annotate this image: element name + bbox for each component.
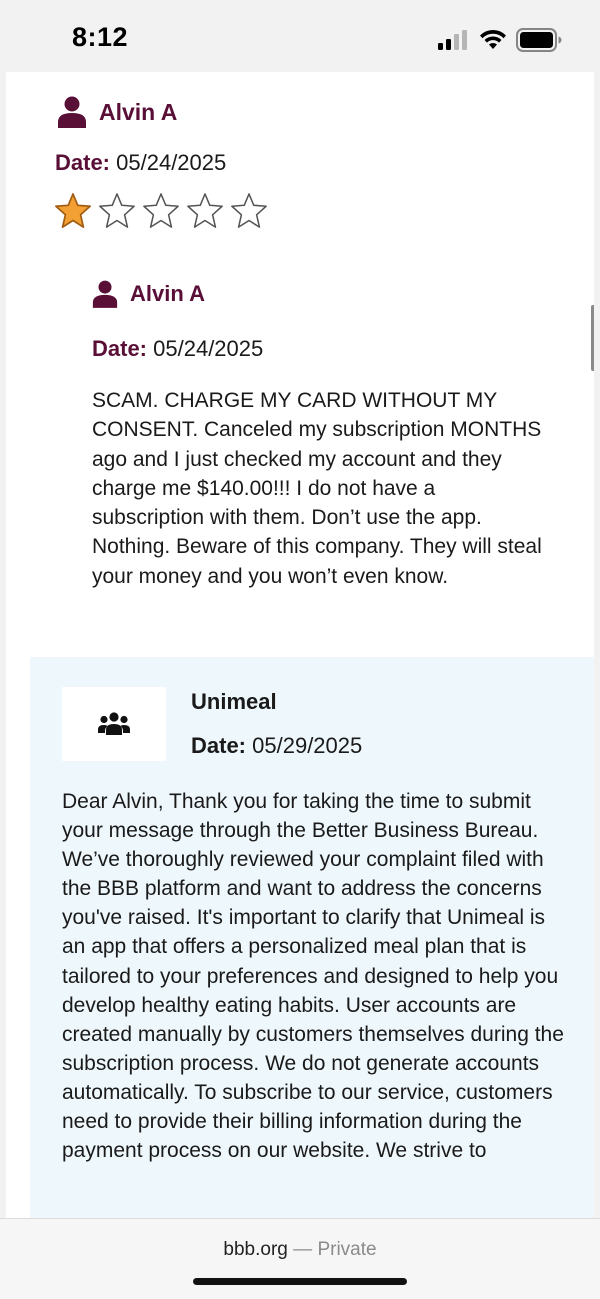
star-rating bbox=[54, 192, 274, 230]
response-date-value: 05/29/2025 bbox=[252, 733, 363, 758]
battery-icon bbox=[516, 28, 562, 52]
star-empty-icon bbox=[99, 193, 135, 228]
status-bar: 8:12 bbox=[0, 0, 600, 72]
wifi-icon bbox=[480, 29, 506, 49]
business-logo bbox=[62, 687, 166, 761]
review-date: Date: 05/24/2025 bbox=[55, 150, 226, 176]
business-response-panel: Unimeal Date: 05/29/2025 Dear Alvin, Tha… bbox=[30, 657, 594, 1218]
review-date-value: 05/24/2025 bbox=[116, 150, 227, 175]
star-empty-icon bbox=[231, 193, 267, 228]
business-name: Unimeal bbox=[191, 689, 277, 714]
url-display[interactable]: bbb.org — Private bbox=[0, 1239, 600, 1261]
reviewer-header: Alvin A bbox=[57, 96, 177, 128]
browser-address-bar[interactable]: bbb.org — Private bbox=[0, 1218, 600, 1299]
inner-review-date-value: 05/24/2025 bbox=[153, 336, 264, 361]
status-time: 8:12 bbox=[72, 22, 129, 52]
users-group-icon bbox=[98, 712, 130, 735]
review-body: SCAM. CHARGE MY CARD WITHOUT MY CONSENT.… bbox=[92, 389, 542, 588]
url-domain: bbb.org bbox=[223, 1239, 288, 1260]
response-date-label: Date: bbox=[191, 733, 247, 758]
home-indicator[interactable] bbox=[193, 1278, 407, 1285]
private-mode-label: Private bbox=[317, 1239, 377, 1260]
review-date-label: Date: bbox=[55, 150, 111, 175]
person-icon bbox=[92, 280, 118, 308]
inner-review-date: Date: 05/24/2025 bbox=[92, 336, 263, 362]
inner-review-date-label: Date: bbox=[92, 336, 148, 361]
url-separator: — bbox=[287, 1239, 318, 1260]
response-body: Dear Alvin, Thank you for taking the tim… bbox=[62, 790, 564, 1163]
reviewer-name[interactable]: Alvin A bbox=[99, 99, 177, 126]
star-empty-icon bbox=[187, 193, 223, 228]
inner-reviewer-header: Alvin A bbox=[92, 280, 205, 308]
page-content: Alvin A Date: 05/24/2025 Alvin A Date: 0 bbox=[6, 72, 594, 1218]
star-empty-icon bbox=[143, 193, 179, 228]
scrollbar-thumb[interactable] bbox=[591, 305, 594, 371]
response-date: Date: 05/29/2025 bbox=[191, 733, 362, 759]
cellular-signal-icon bbox=[438, 30, 467, 50]
star-filled-icon bbox=[55, 193, 91, 229]
inner-reviewer-name[interactable]: Alvin A bbox=[130, 281, 205, 307]
person-icon bbox=[58, 96, 86, 128]
